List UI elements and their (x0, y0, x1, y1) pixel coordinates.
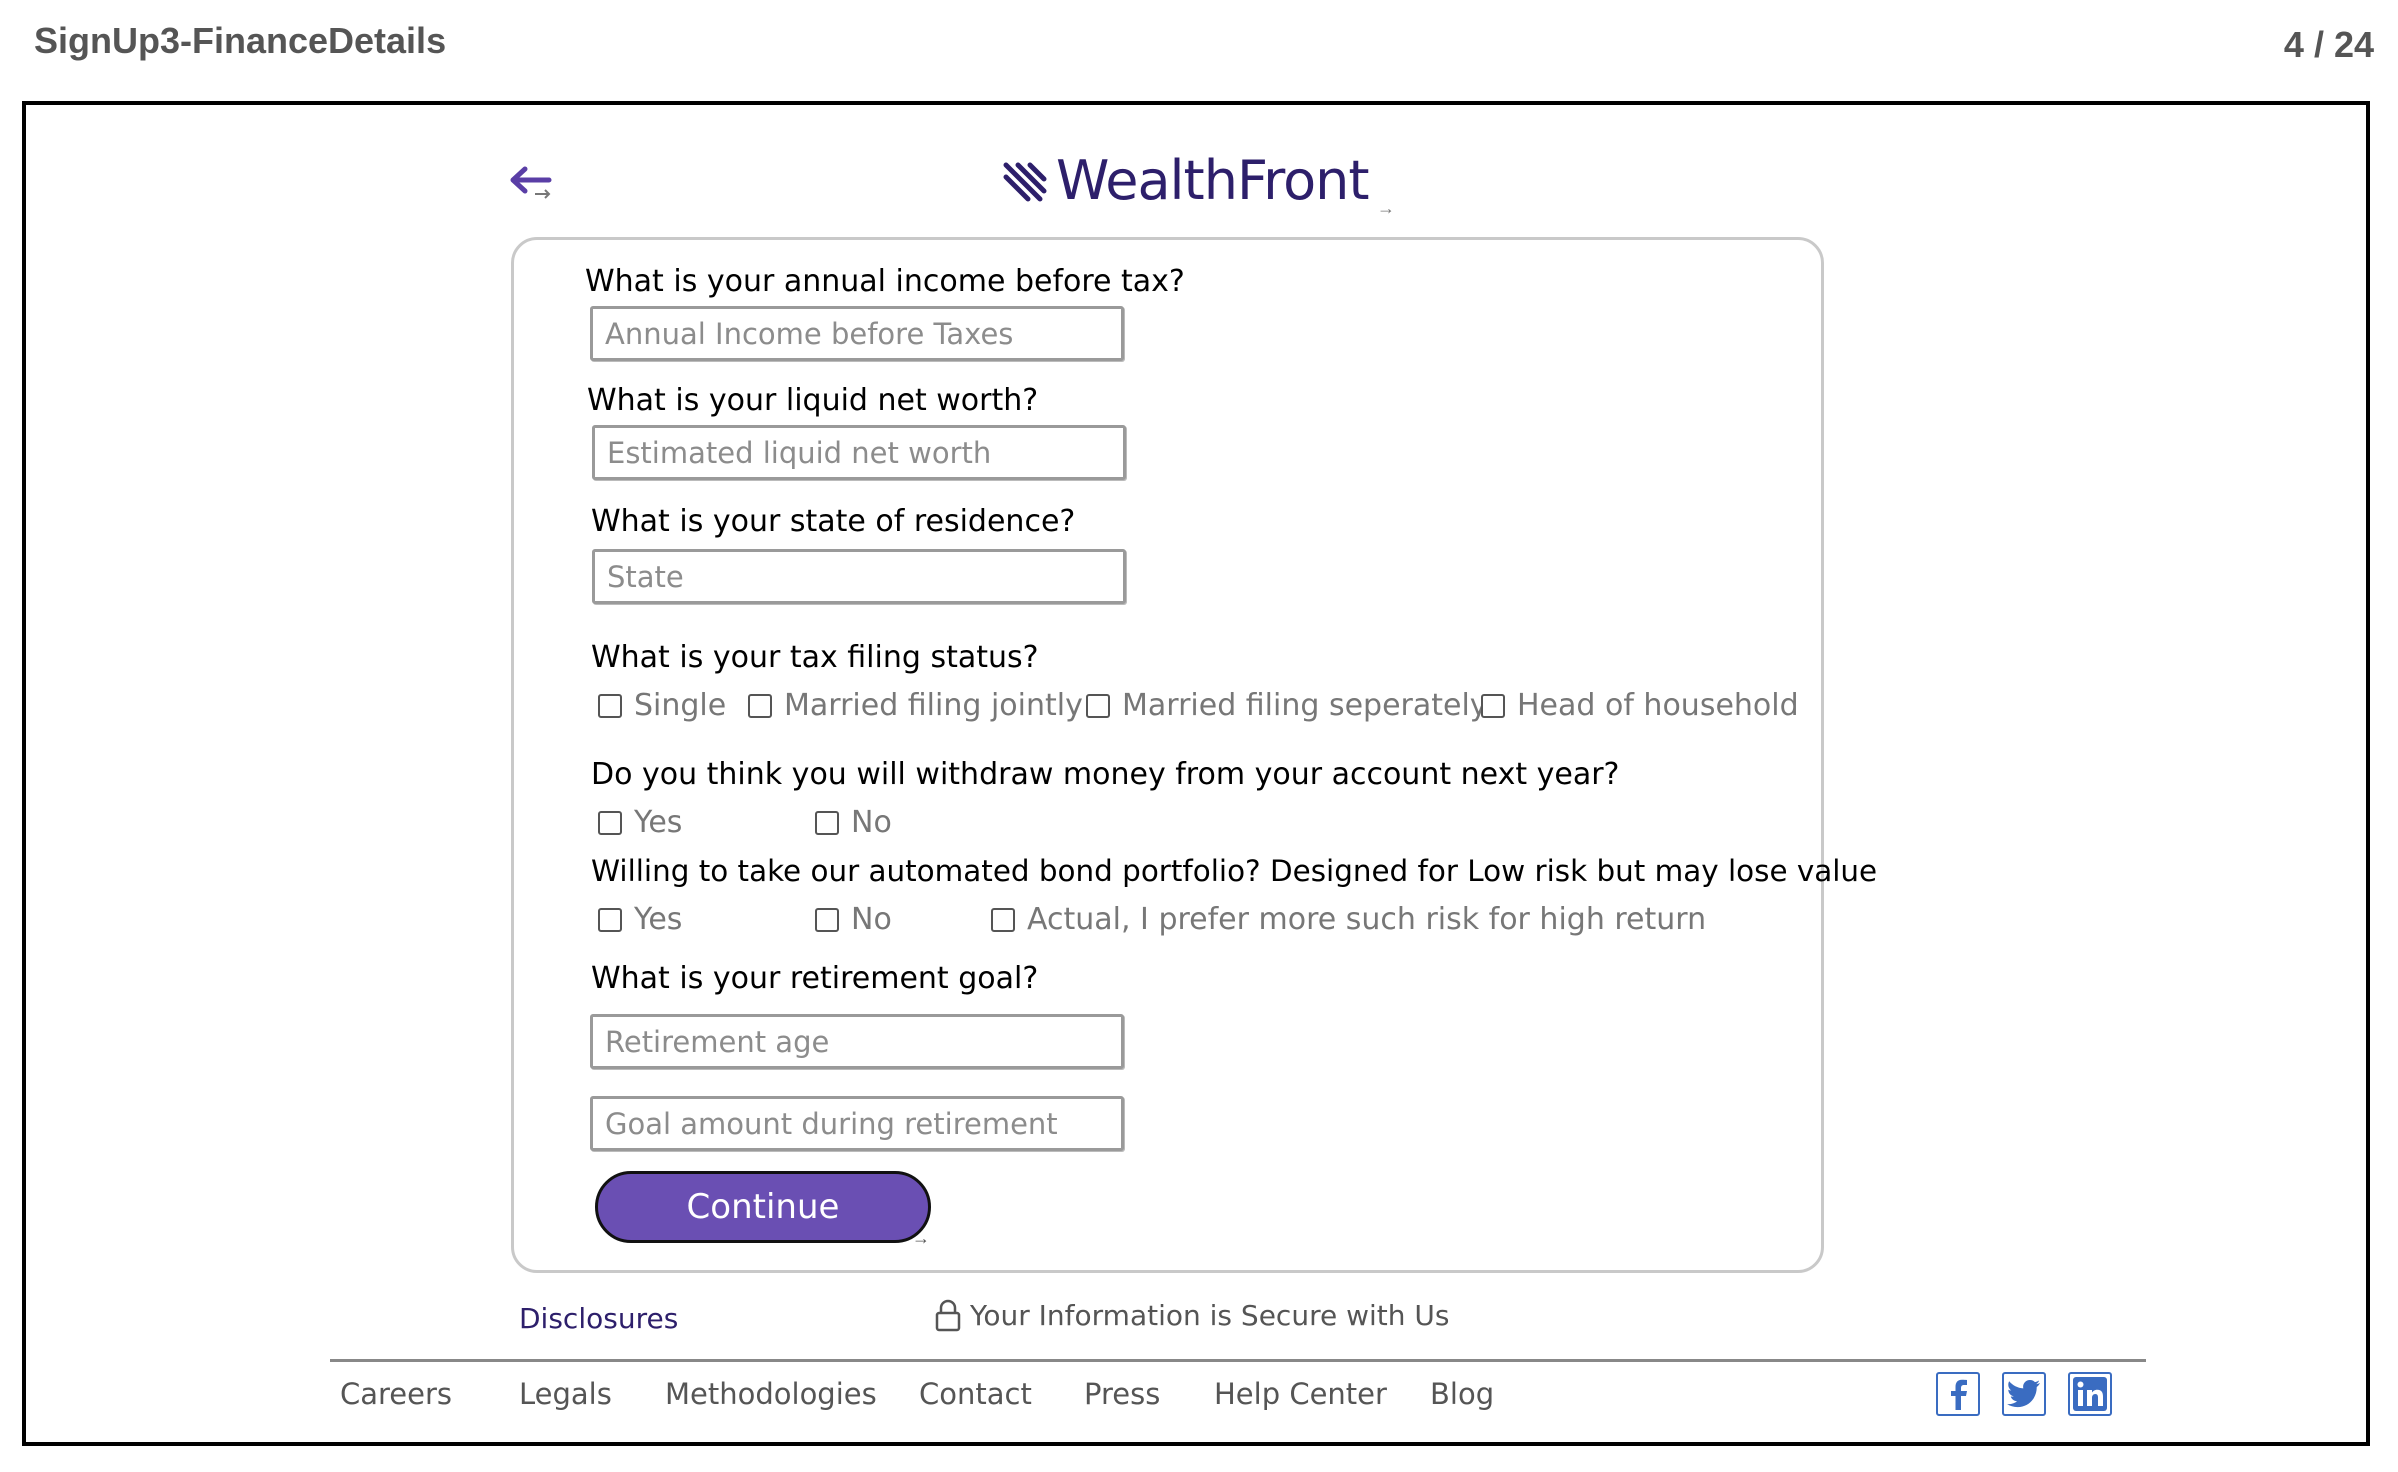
checkbox[interactable] (748, 693, 772, 718)
tax-option-single[interactable]: Single (598, 688, 726, 723)
retirement-goal-input[interactable] (593, 1099, 1121, 1148)
linkedin-icon[interactable] (2068, 1372, 2112, 1416)
link-arrow: → (1377, 198, 1395, 218)
bond-option-yes[interactable]: Yes (598, 902, 682, 937)
footer-link-legals[interactable]: Legals (519, 1377, 612, 1411)
retirement-age-input[interactable] (593, 1017, 1121, 1066)
bond-question: Willing to take our automated bond portf… (591, 854, 1878, 888)
twitter-glyph (2007, 1380, 2040, 1408)
checkbox[interactable] (1086, 693, 1110, 718)
security-text: Your Information is Secure with Us (970, 1298, 1450, 1332)
networth-field[interactable] (592, 425, 1126, 480)
footer-divider (330, 1359, 2146, 1362)
bond-option-no[interactable]: No (815, 902, 892, 937)
continue-link-arrow: → (912, 1228, 930, 1248)
state-input[interactable] (595, 552, 1123, 601)
state-question: What is your state of residence? (591, 504, 1076, 539)
facebook-icon[interactable] (1936, 1372, 1980, 1416)
withdraw-option-yes[interactable]: Yes (598, 805, 682, 840)
tax-option-head-of-household[interactable]: Head of household (1481, 688, 1799, 723)
networth-input[interactable] (595, 428, 1123, 477)
twitter-icon[interactable] (2002, 1372, 2046, 1416)
checkbox[interactable] (598, 693, 622, 718)
page-counter: 4 / 24 (2283, 24, 2374, 65)
linkedin-glyph (2073, 1377, 2107, 1411)
back-arrow-icon[interactable] (505, 158, 555, 204)
checkbox[interactable] (815, 810, 839, 835)
retirement-age-field[interactable] (590, 1014, 1124, 1069)
tax-question: What is your tax filing status? (591, 640, 1039, 675)
continue-button[interactable]: Continue (595, 1171, 931, 1243)
checkbox[interactable] (598, 810, 622, 835)
bond-option-more-risk[interactable]: Actual, I prefer more such risk for high… (991, 902, 1706, 937)
footer-link-help-center[interactable]: Help Center (1214, 1377, 1387, 1411)
wealthfront-logo[interactable]: WealthFront (1000, 145, 1370, 215)
facebook-glyph (1951, 1379, 1967, 1410)
checkbox[interactable] (1481, 693, 1505, 718)
withdraw-question: Do you think you will withdraw money fro… (591, 757, 1620, 792)
security-note: Your Information is Secure with Us (934, 1298, 1449, 1332)
tax-option-married-separately[interactable]: Married filing seperately (1086, 688, 1488, 723)
logo-mark-icon (1003, 162, 1047, 202)
tax-option-married-jointly[interactable]: Married filing jointly (748, 688, 1083, 723)
footer-link-methodologies[interactable]: Methodologies (665, 1377, 877, 1411)
checkbox[interactable] (815, 907, 839, 932)
retirement-question: What is your retirement goal? (591, 961, 1039, 996)
retirement-goal-field[interactable] (590, 1096, 1124, 1151)
income-field[interactable] (590, 306, 1124, 361)
state-field[interactable] (592, 549, 1126, 604)
footer-link-careers[interactable]: Careers (340, 1377, 452, 1411)
document-title: SignUp3-FinanceDetails (34, 20, 447, 61)
networth-question: What is your liquid net worth? (587, 383, 1039, 418)
income-question: What is your annual income before tax? (585, 264, 1185, 299)
withdraw-option-no[interactable]: No (815, 805, 892, 840)
footer-link-press[interactable]: Press (1084, 1377, 1160, 1411)
logo-text: WealthFront (1056, 148, 1370, 212)
footer-link-blog[interactable]: Blog (1430, 1377, 1494, 1411)
checkbox[interactable] (598, 907, 622, 932)
income-input[interactable] (593, 309, 1121, 358)
checkbox[interactable] (991, 907, 1015, 932)
footer-link-contact[interactable]: Contact (919, 1377, 1032, 1411)
lock-icon (935, 1299, 961, 1332)
disclosures-link[interactable]: Disclosures (519, 1302, 678, 1335)
